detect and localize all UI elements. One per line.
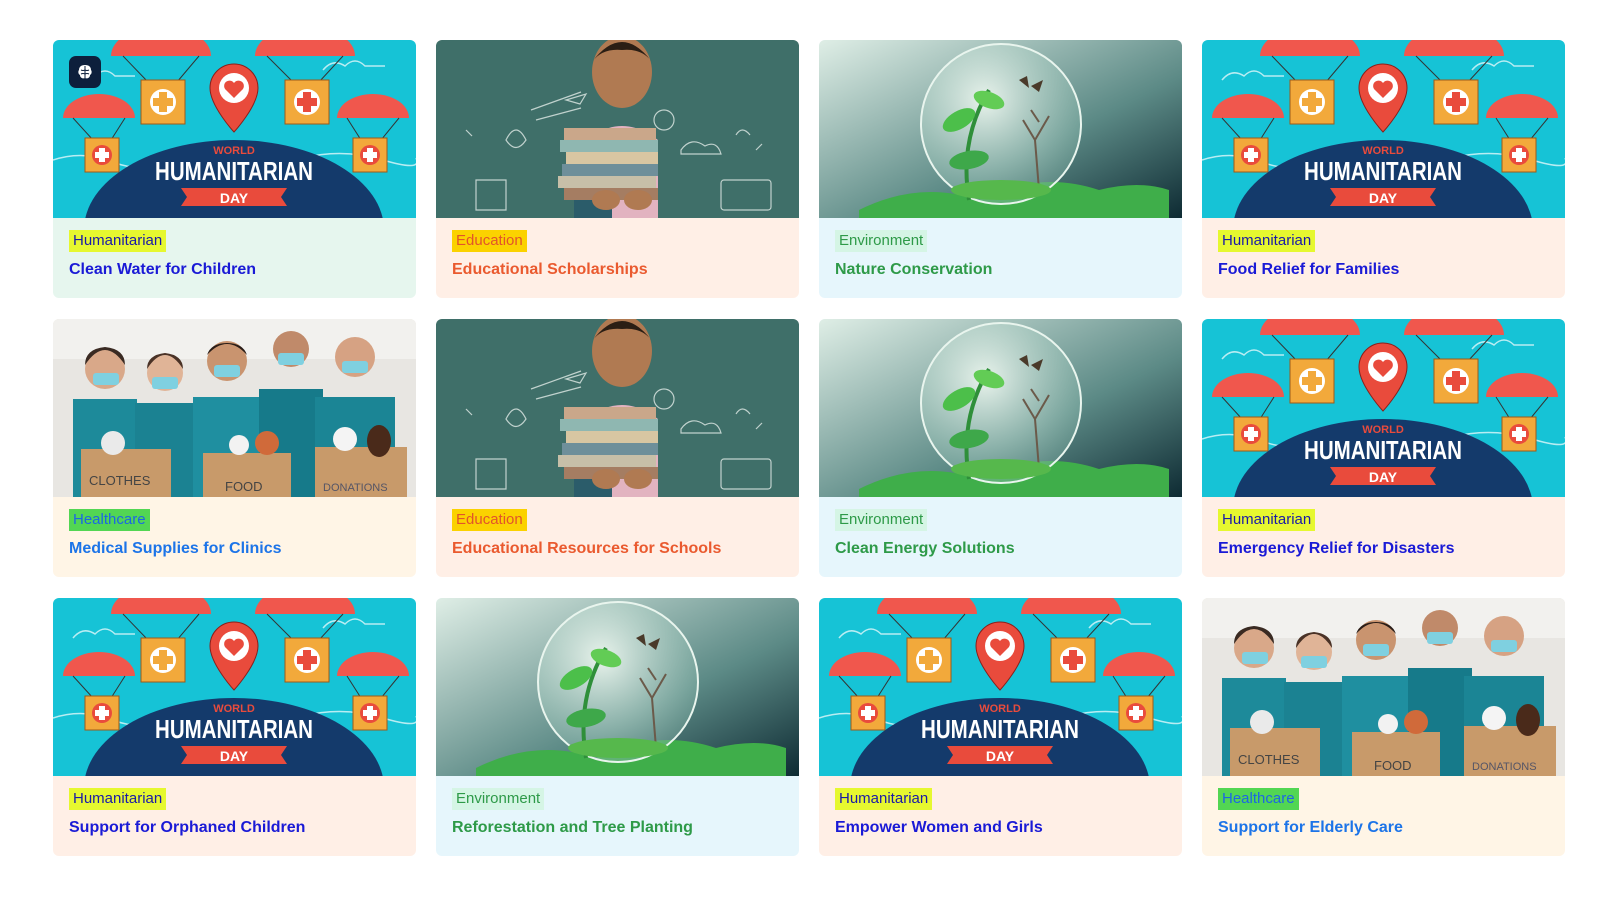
campaign-card[interactable]: CLOTHES FOOD DONATIONS Healthcare Medical…	[53, 319, 416, 577]
humanitarian-day-image: WORLD HUMANITARIAN DAY	[1202, 40, 1565, 218]
category-tag[interactable]: Humanitarian	[69, 788, 167, 810]
campaign-info: Healthcare Medical Supplies for Clinics	[53, 497, 416, 577]
svg-text:DONATIONS: DONATIONS	[1472, 761, 1537, 773]
svg-text:CLOTHES: CLOTHES	[1238, 752, 1300, 767]
campaign-title[interactable]: Educational Scholarships	[452, 261, 783, 279]
category-tag[interactable]: Environment	[835, 509, 928, 531]
campaign-card[interactable]: WORLD HUMANITARIAN DAY Humanitarian Clean…	[53, 40, 416, 298]
svg-text:FOOD: FOOD	[225, 479, 263, 494]
category-tag[interactable]: Education	[452, 230, 527, 252]
campaign-image[interactable]	[819, 319, 1182, 497]
humanitarian-day-image: WORLD HUMANITARIAN DAY	[53, 40, 416, 218]
category-tag[interactable]: Humanitarian	[69, 230, 167, 252]
campaign-info: Environment Clean Energy Solutions	[819, 497, 1182, 577]
campaign-card[interactable]: WORLD HUMANITARIAN DAY Humanitarian Emerg…	[1202, 319, 1565, 577]
campaign-info: Education Educational Resources for Schoo…	[436, 497, 799, 577]
campaign-image[interactable]: WORLD HUMANITARIAN DAY	[1202, 319, 1565, 497]
category-tag[interactable]: Healthcare	[69, 509, 150, 531]
campaign-title[interactable]: Empower Women and Girls	[835, 819, 1166, 837]
boy-with-books-image	[436, 40, 799, 218]
humanitarian-day-image: WORLD HUMANITARIAN DAY	[1202, 319, 1565, 497]
campaign-title[interactable]: Clean Water for Children	[69, 261, 400, 279]
svg-text:DAY: DAY	[1369, 469, 1398, 485]
campaign-info: Humanitarian Emergency Relief for Disaste…	[1202, 497, 1565, 577]
campaign-title[interactable]: Food Relief for Families	[1218, 261, 1549, 279]
campaign-image[interactable]	[819, 40, 1182, 218]
campaign-card[interactable]: Environment Clean Energy Solutions	[819, 319, 1182, 577]
campaign-title[interactable]: Support for Elderly Care	[1218, 819, 1549, 837]
svg-text:DAY: DAY	[986, 748, 1015, 764]
boy-with-books-image	[436, 319, 799, 497]
campaign-card[interactable]: Environment Nature Conservation	[819, 40, 1182, 298]
campaign-info: Humanitarian Food Relief for Families	[1202, 218, 1565, 298]
campaign-image[interactable]: WORLD HUMANITARIAN DAY	[819, 598, 1182, 776]
category-tag[interactable]: Humanitarian	[835, 788, 933, 810]
brain-icon[interactable]	[69, 56, 101, 88]
glass-globe-plant-image	[436, 598, 799, 776]
svg-text:HUMANITARIAN: HUMANITARIAN	[155, 714, 313, 744]
category-tag[interactable]: Humanitarian	[1218, 230, 1316, 252]
campaign-image[interactable]	[436, 40, 799, 218]
campaign-card[interactable]: Environment Reforestation and Tree Planti…	[436, 598, 799, 856]
campaign-title[interactable]: Emergency Relief for Disasters	[1218, 540, 1549, 558]
campaign-info: Healthcare Support for Elderly Care	[1202, 776, 1565, 856]
category-tag[interactable]: Environment	[452, 788, 545, 810]
campaign-grid: WORLD HUMANITARIAN DAY Humanitarian Clean…	[53, 40, 1565, 856]
humanitarian-day-image: WORLD HUMANITARIAN DAY	[819, 598, 1182, 776]
campaign-info: Environment Reforestation and Tree Planti…	[436, 776, 799, 856]
campaign-image[interactable]	[436, 598, 799, 776]
campaign-image[interactable]: WORLD HUMANITARIAN DAY	[1202, 40, 1565, 218]
campaign-card[interactable]: Education Educational Scholarships	[436, 40, 799, 298]
volunteers-donations-image: CLOTHES FOOD DONATIONS	[53, 319, 416, 497]
campaign-card[interactable]: Education Educational Resources for Schoo…	[436, 319, 799, 577]
svg-text:HUMANITARIAN: HUMANITARIAN	[1304, 435, 1462, 465]
campaign-title[interactable]: Medical Supplies for Clinics	[69, 540, 400, 558]
campaign-title[interactable]: Nature Conservation	[835, 261, 1166, 279]
glass-globe-plant-image	[819, 319, 1182, 497]
svg-text:DONATIONS: DONATIONS	[323, 482, 388, 494]
campaign-info: Environment Nature Conservation	[819, 218, 1182, 298]
campaign-title[interactable]: Support for Orphaned Children	[69, 819, 400, 837]
campaign-info: Humanitarian Empower Women and Girls	[819, 776, 1182, 856]
category-tag[interactable]: Environment	[835, 230, 928, 252]
category-tag[interactable]: Healthcare	[1218, 788, 1299, 810]
campaign-image[interactable]: WORLD HUMANITARIAN DAY	[53, 40, 416, 218]
campaign-card[interactable]: WORLD HUMANITARIAN DAY Humanitarian Food …	[1202, 40, 1565, 298]
campaign-title[interactable]: Clean Energy Solutions	[835, 540, 1166, 558]
glass-globe-plant-image	[819, 40, 1182, 218]
svg-text:CLOTHES: CLOTHES	[89, 473, 151, 488]
campaign-info: Education Educational Scholarships	[436, 218, 799, 298]
svg-text:DAY: DAY	[1369, 190, 1398, 206]
category-tag[interactable]: Education	[452, 509, 527, 531]
campaign-image[interactable]: CLOTHES FOOD DONATIONS	[1202, 598, 1565, 776]
svg-text:HUMANITARIAN: HUMANITARIAN	[921, 714, 1079, 744]
svg-text:HUMANITARIAN: HUMANITARIAN	[1304, 156, 1462, 186]
campaign-title[interactable]: Educational Resources for Schools	[452, 540, 783, 558]
campaign-info: Humanitarian Clean Water for Children	[53, 218, 416, 298]
campaign-card[interactable]: WORLD HUMANITARIAN DAY Humanitarian Empow…	[819, 598, 1182, 856]
svg-text:DAY: DAY	[220, 190, 249, 206]
svg-text:DAY: DAY	[220, 748, 249, 764]
svg-text:HUMANITARIAN: HUMANITARIAN	[155, 156, 313, 186]
campaign-image[interactable]: CLOTHES FOOD DONATIONS	[53, 319, 416, 497]
humanitarian-day-image: WORLD HUMANITARIAN DAY	[53, 598, 416, 776]
campaign-info: Humanitarian Support for Orphaned Childre…	[53, 776, 416, 856]
campaign-image[interactable]: WORLD HUMANITARIAN DAY	[53, 598, 416, 776]
campaign-image[interactable]	[436, 319, 799, 497]
campaign-card[interactable]: CLOTHES FOOD DONATIONS Healthcare Support…	[1202, 598, 1565, 856]
svg-text:FOOD: FOOD	[1374, 758, 1412, 773]
volunteers-donations-image: CLOTHES FOOD DONATIONS	[1202, 598, 1565, 776]
campaign-card[interactable]: WORLD HUMANITARIAN DAY Humanitarian Suppo…	[53, 598, 416, 856]
campaign-title[interactable]: Reforestation and Tree Planting	[452, 819, 783, 837]
category-tag[interactable]: Humanitarian	[1218, 509, 1316, 531]
